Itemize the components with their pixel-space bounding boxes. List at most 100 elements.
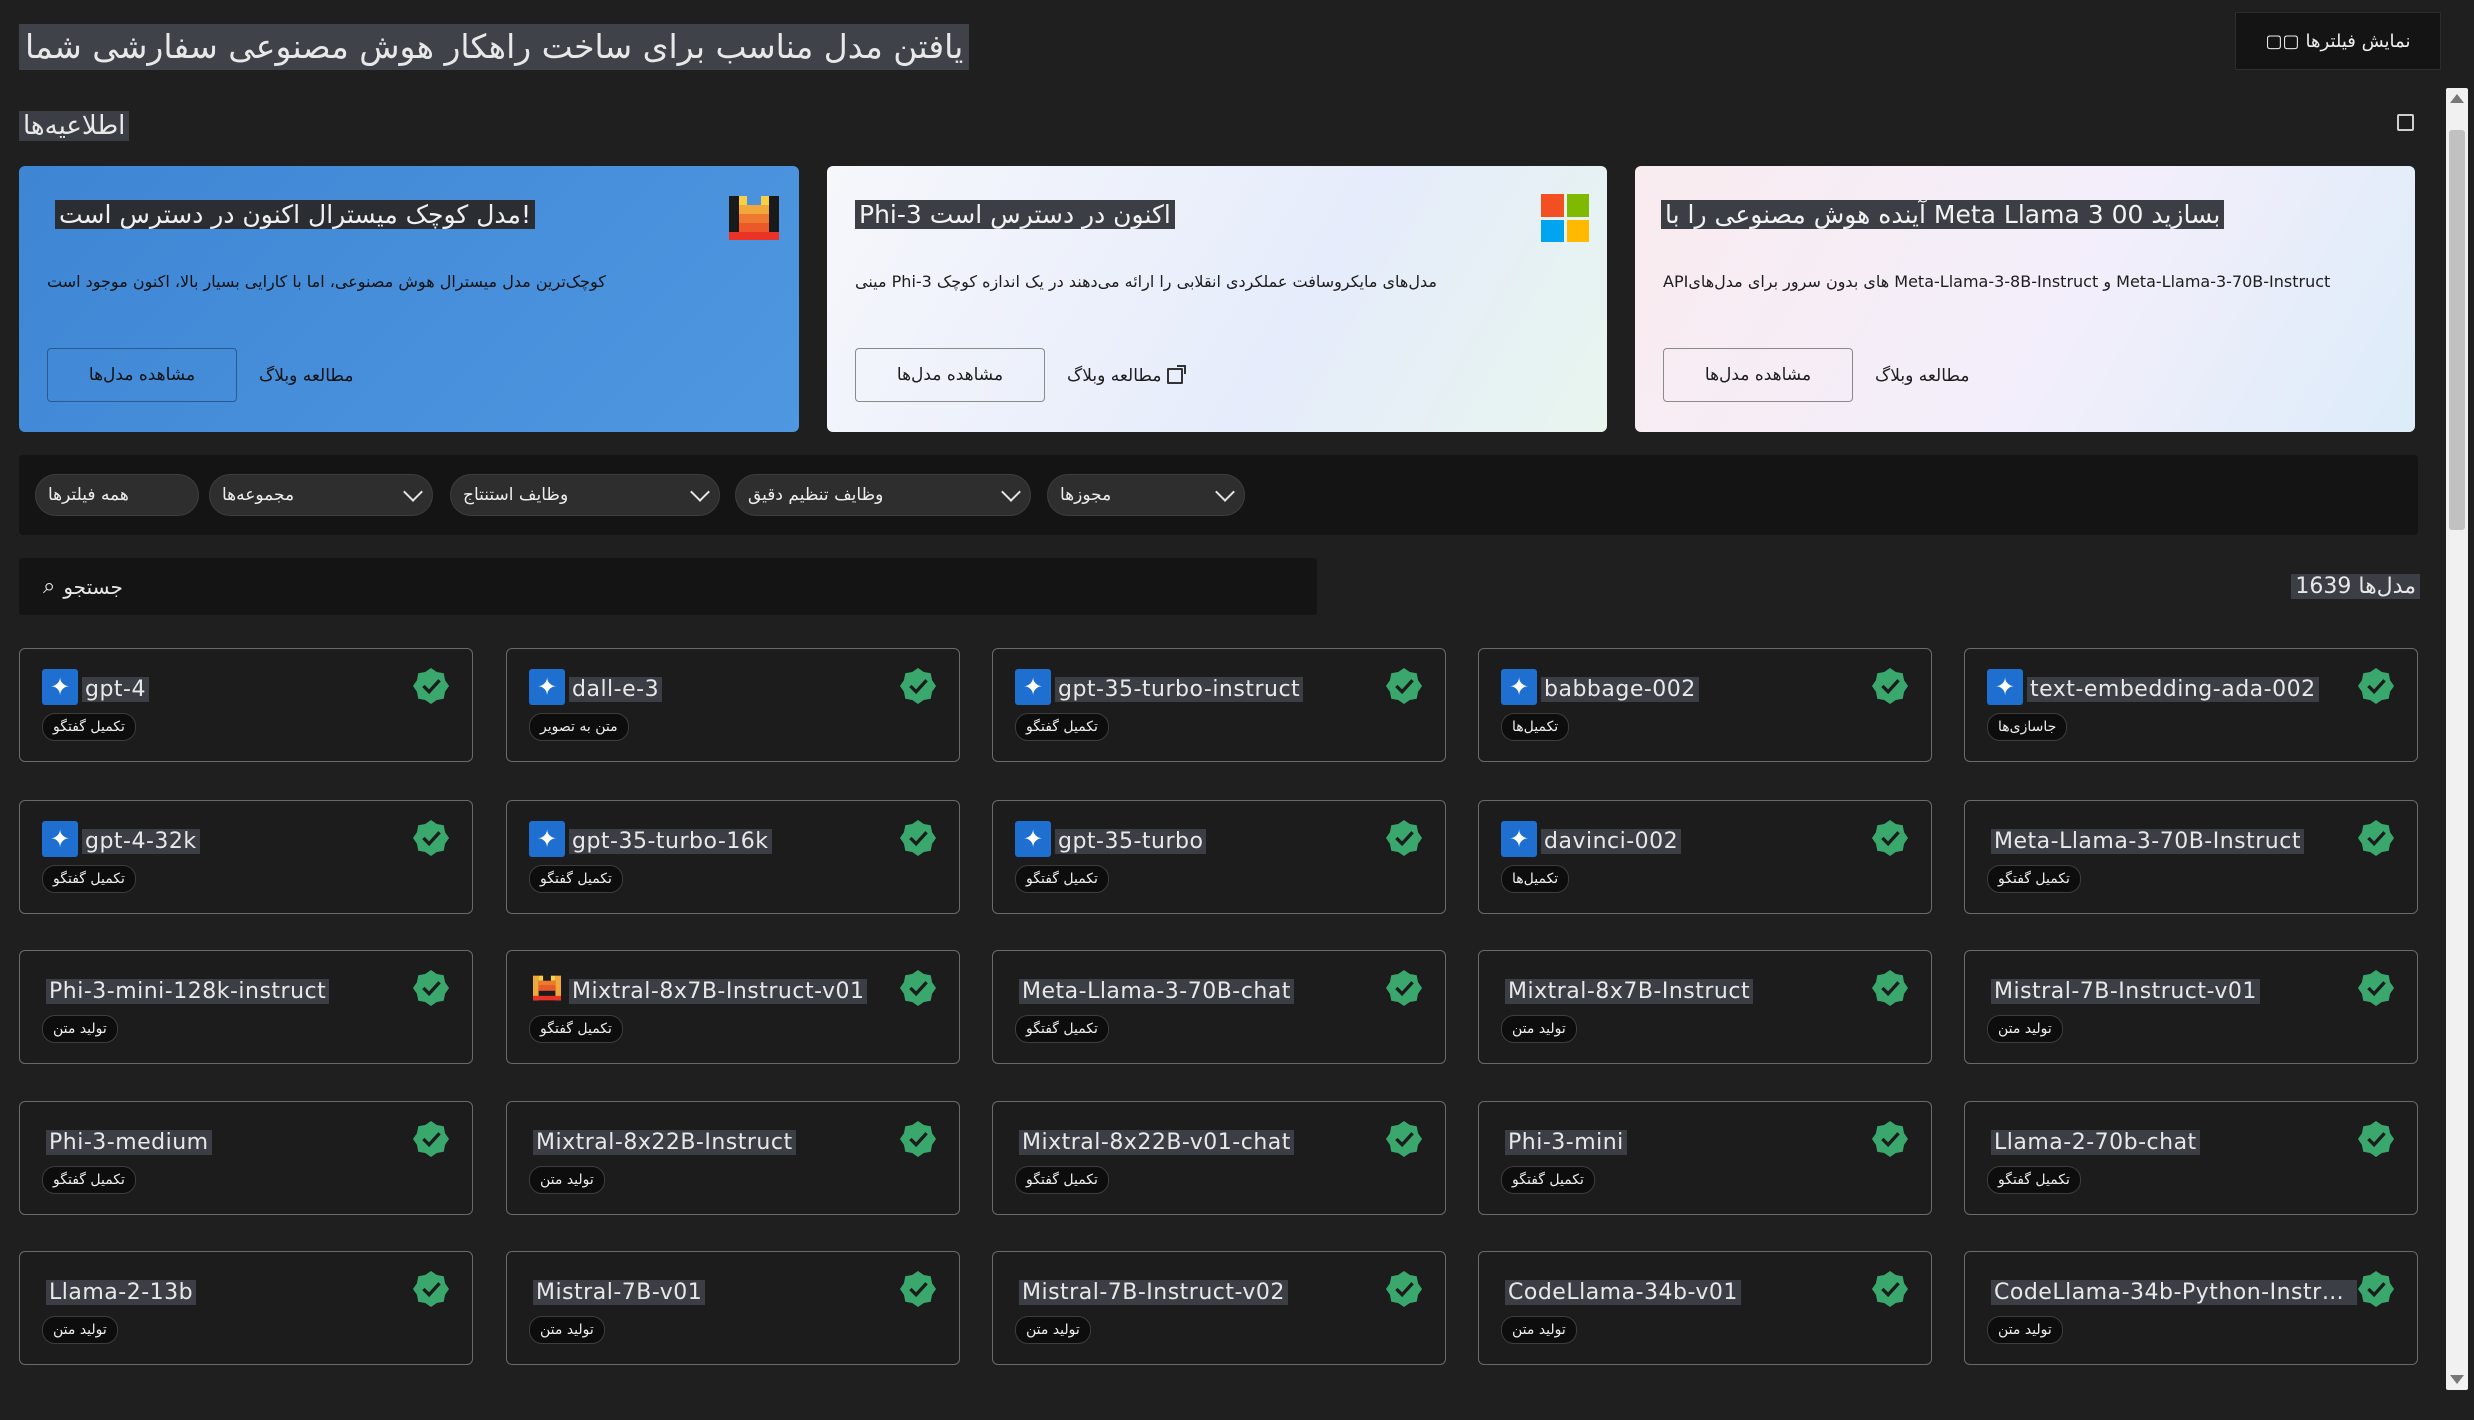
task-badge: تولید متن [42,1015,118,1043]
task-badge: تکمیل گفتگو [529,865,623,893]
chevron-down-icon [403,482,423,502]
model-card[interactable]: ✦ gpt-35-turbo-instruct تکمیل گفتگو [992,648,1446,762]
model-card[interactable]: ✦ babbage-002 تکمیل‌ها [1478,648,1932,762]
model-card[interactable]: Mistral-7B-Instruct-v02 تولید متن [992,1251,1446,1365]
search-input[interactable]: ⌕ جستجو [19,558,1317,615]
all-filters-chip[interactable]: همه فیلترها [35,474,199,516]
verified-check-icon [2357,1120,2395,1158]
view-models-button[interactable]: مشاهده مدل‌ها [855,348,1045,402]
finetune-tasks-dropdown[interactable]: وظایف تنظیم دقیق [735,474,1031,516]
model-card[interactable]: ✦ gpt-35-turbo-16k تکمیل گفتگو [506,800,960,914]
task-badge: تولید متن [1501,1316,1577,1344]
collapse-icon[interactable] [2397,114,2414,131]
show-filters-button[interactable]: ▢▢ نمایش فیلترها [2235,12,2441,70]
view-models-label: مشاهده مدل‌ها [88,365,196,385]
scroll-down-arrow-icon[interactable] [2450,1375,2464,1384]
task-badge: تکمیل گفتگو [1015,713,1109,741]
inference-tasks-dropdown[interactable]: وظایف استنتاج [450,474,720,516]
model-name: Mistral-7B-Instruct-v01 [1991,979,2260,1004]
verified-check-icon [412,969,450,1007]
azure-openai-icon: ✦ [42,669,78,705]
task-badge: تکمیل‌ها [1501,713,1570,741]
read-blog-link[interactable]: مطالعه وبلاگ [1875,366,1969,386]
scrollbar-thumb[interactable] [2449,130,2465,530]
task-badge: تولید متن [1987,1015,2063,1043]
verified-check-icon [2357,667,2395,705]
task-badge: تولید متن [1501,1015,1577,1043]
model-card[interactable]: Llama-2-13b تولید متن [19,1251,473,1365]
mistral-icon [533,975,561,1001]
model-card[interactable]: ✦ dall-e-3 متن به تصویر [506,648,960,762]
model-card[interactable]: ✦ davinci-002 تکمیل‌ها [1478,800,1932,914]
licenses-dropdown[interactable]: مجوزها [1047,474,1245,516]
model-card[interactable]: Mixtral-8x7B-Instruct تولید متن [1478,950,1932,1064]
task-badge: تکمیل گفتگو [42,713,136,741]
read-blog-link[interactable]: مطالعه وبلاگ [259,366,353,386]
model-card[interactable]: CodeLlama-34b-v01 تولید متن [1478,1251,1932,1365]
view-models-label: مشاهده مدل‌ها [1704,365,1812,385]
scrollbar[interactable] [2446,88,2468,1390]
view-models-button[interactable]: مشاهده مدل‌ها [47,348,237,402]
model-card[interactable]: Mistral-7B-v01 تولید متن [506,1251,960,1365]
model-name: Mistral-7B-Instruct-v02 [1019,1280,1288,1305]
verified-check-icon [899,1270,937,1308]
model-card[interactable]: Phi-3-medium تکمیل گفتگو [19,1101,473,1215]
azure-openai-icon: ✦ [529,821,565,857]
verified-check-icon [1385,667,1423,705]
model-count: 1639 مدل‌ها [2291,574,2420,599]
model-card[interactable]: Mixtral-8x22B-v01-chat تکمیل گفتگو [992,1101,1446,1215]
model-card[interactable]: Meta-Llama-3-70B-chat تکمیل گفتگو [992,950,1446,1064]
read-blog-link[interactable]: مطالعه وبلاگ [1067,365,1187,386]
microsoft-logo-icon [1541,194,1589,242]
task-badge: تکمیل گفتگو [529,1015,623,1043]
task-badge: تکمیل گفتگو [1987,865,2081,893]
model-card[interactable]: Phi-3-mini تکمیل گفتگو [1478,1101,1932,1215]
announcement-title: آینده هوش مصنوعی را با Meta Llama 3 00 ب… [1661,200,2225,229]
announcement-card-mistral: مدل کوچک میسترال اکنون در دسترس است! کوچ… [19,166,799,432]
azure-openai-icon: ✦ [1501,669,1537,705]
task-badge: تکمیل گفتگو [1987,1166,2081,1194]
model-name: Mixtral-8x7B-Instruct [1505,979,1754,1004]
model-card[interactable]: Mixtral-8x22B-Instruct تولید متن [506,1101,960,1215]
external-link-icon [1167,365,1187,384]
model-card[interactable]: ✦ text-embedding-ada-002 جاسازی‌ها [1964,648,2418,762]
view-models-button[interactable]: مشاهده مدل‌ها [1663,348,1853,402]
filter-icon: ▢▢ [2265,30,2300,52]
model-card[interactable]: Llama-2-70b-chat تکمیل گفتگو [1964,1101,2418,1215]
finetune-tasks-label: وظایف تنظیم دقیق [748,485,884,505]
model-name: Llama-2-13b [46,1280,197,1305]
announcement-description: کوچک‌ترین مدل میسترال هوش مصنوعی، اما با… [47,272,606,291]
scroll-up-arrow-icon[interactable] [2450,94,2464,103]
task-badge: تکمیل گفتگو [1015,1166,1109,1194]
azure-openai-icon: ✦ [529,669,565,705]
verified-check-icon [1871,819,1909,857]
model-name: gpt-4 [82,677,149,702]
verified-check-icon [2357,969,2395,1007]
azure-openai-icon: ✦ [42,821,78,857]
model-name: Meta-Llama-3-70B-chat [1019,979,1294,1004]
collections-dropdown[interactable]: مجموعه‌ها [209,474,433,516]
task-badge: تکمیل گفتگو [42,865,136,893]
model-card[interactable]: Meta-Llama-3-70B-Instruct تکمیل گفتگو [1964,800,2418,914]
model-name: Meta-Llama-3-70B-Instruct [1991,829,2304,854]
model-card[interactable]: Phi-3-mini-128k-instruct تولید متن [19,950,473,1064]
model-card[interactable]: ✦ gpt-4-32k تکمیل گفتگو [19,800,473,914]
model-card[interactable]: CodeLlama-34b-Python-Instruct تولید متن [1964,1251,2418,1365]
verified-check-icon [1871,1270,1909,1308]
model-card[interactable]: Mixtral-8x7B-Instruct-v01 تکمیل گفتگو [506,950,960,1064]
verified-check-icon [2357,819,2395,857]
announcement-title: Phi-3 اکنون در دسترس است [855,200,1175,229]
task-badge: تکمیل گفتگو [1015,865,1109,893]
model-card[interactable]: ✦ gpt-35-turbo تکمیل گفتگو [992,800,1446,914]
announcement-card-phi3: Phi-3 اکنون در دسترس است مینی Phi-3 مدل‌… [827,166,1607,432]
task-badge: تولید متن [42,1316,118,1344]
task-badge: تولید متن [1015,1316,1091,1344]
model-card[interactable]: Mistral-7B-Instruct-v01 تولید متن [1964,950,2418,1064]
filter-bar: همه فیلترها مجموعه‌ها وظایف استنتاج وظای… [19,455,2418,535]
azure-openai-icon: ✦ [1015,821,1051,857]
verified-check-icon [412,1120,450,1158]
model-name: Mixtral-8x7B-Instruct-v01 [569,979,868,1004]
model-name: Mixtral-8x22B-v01-chat [1019,1130,1294,1155]
read-blog-label: مطالعه وبلاگ [1067,366,1162,386]
model-card[interactable]: ✦ gpt-4 تکمیل گفتگو [19,648,473,762]
